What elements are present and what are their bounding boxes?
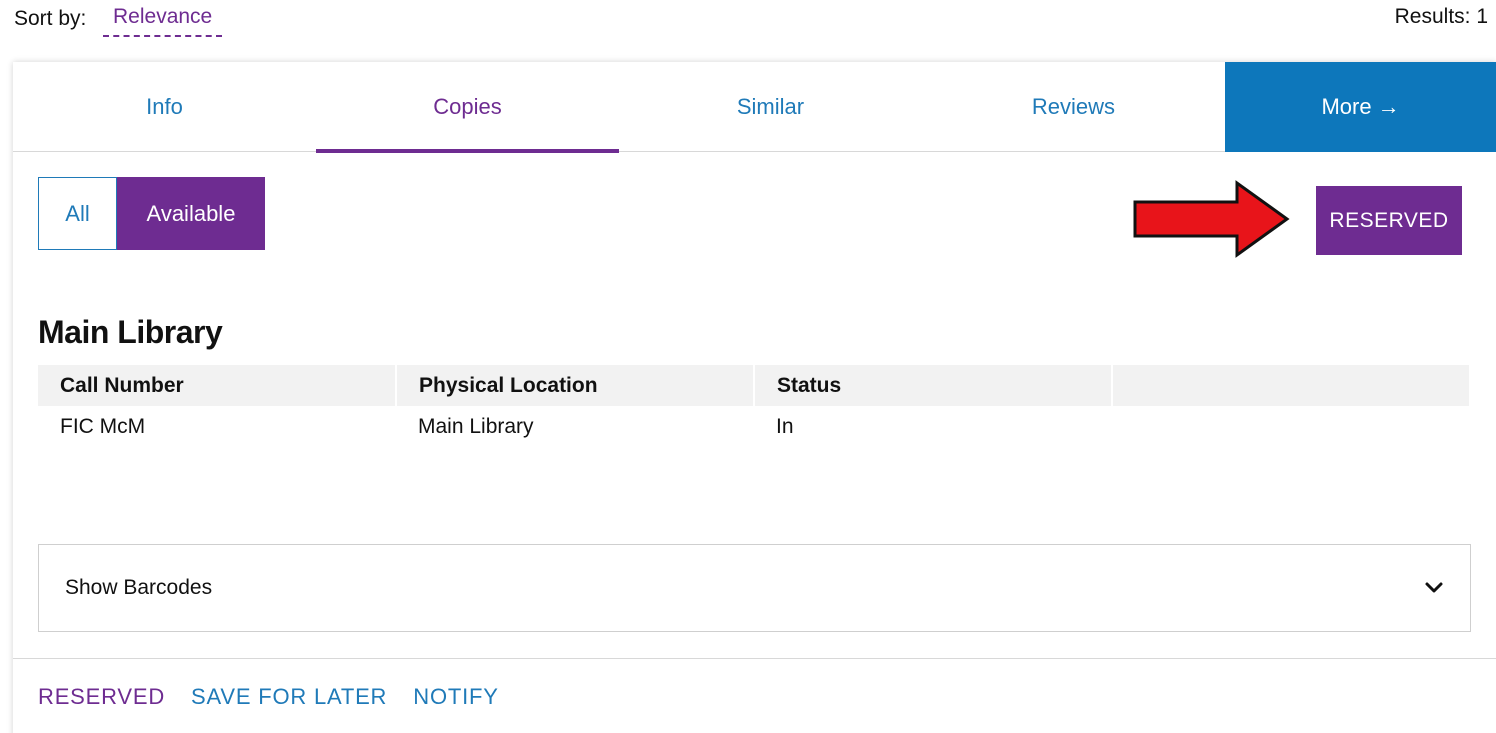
tab-reviews[interactable]: Reviews bbox=[922, 62, 1225, 152]
notify-link[interactable]: NOTIFY bbox=[413, 684, 498, 710]
tab-reviews-label: Reviews bbox=[1031, 94, 1116, 119]
annotation-arrow-icon bbox=[1133, 180, 1290, 258]
column-header-status: Status bbox=[754, 365, 1113, 406]
divider bbox=[13, 658, 1496, 659]
filter-available-button[interactable]: Available bbox=[117, 177, 265, 250]
column-header-empty bbox=[1112, 365, 1471, 406]
show-barcodes-toggle[interactable]: Show Barcodes bbox=[38, 544, 1471, 632]
tab-more[interactable]: More → bbox=[1225, 62, 1496, 152]
tab-copies[interactable]: Copies bbox=[316, 62, 619, 153]
column-header-call-number: Call Number bbox=[38, 365, 397, 406]
results-count: Results: 1 bbox=[1394, 5, 1488, 28]
sort-label: Sort by: bbox=[14, 7, 87, 30]
copies-table: Call Number Physical Location Status FIC… bbox=[38, 365, 1471, 448]
cell-status: In bbox=[776, 415, 794, 438]
sort-dropdown[interactable]: Relevance bbox=[103, 5, 223, 37]
reserved-button[interactable]: RESERVED bbox=[1316, 186, 1462, 255]
arrow-right-icon: → bbox=[1377, 94, 1400, 119]
tab-bar: Info Copies Similar Reviews More → bbox=[13, 62, 1496, 153]
cell-call-number: FIC McM bbox=[60, 415, 146, 438]
tab-info-label: Info bbox=[146, 94, 183, 119]
table-row: FIC McM Main Library In bbox=[38, 406, 1470, 448]
availability-filter: All Available bbox=[38, 177, 265, 250]
cell-empty bbox=[1112, 406, 1470, 448]
table-header-row: Call Number Physical Location Status bbox=[38, 365, 1471, 406]
show-barcodes-label: Show Barcodes bbox=[65, 576, 213, 599]
tab-similar-label: Similar bbox=[736, 94, 805, 119]
section-title: Main Library bbox=[38, 314, 223, 350]
reserved-action-link[interactable]: RESERVED bbox=[38, 684, 165, 710]
cell-physical-location: Main Library bbox=[418, 415, 534, 438]
tab-info[interactable]: Info bbox=[13, 62, 316, 152]
copies-card: Info Copies Similar Reviews More → All A… bbox=[13, 62, 1496, 733]
tab-similar[interactable]: Similar bbox=[619, 62, 922, 152]
tab-copies-label: Copies bbox=[433, 94, 502, 119]
filter-all-button[interactable]: All bbox=[38, 177, 117, 250]
chevron-down-icon bbox=[1425, 582, 1443, 593]
tab-more-label: More bbox=[1321, 94, 1372, 119]
save-for-later-link[interactable]: SAVE FOR LATER bbox=[191, 684, 387, 710]
action-bar: RESERVED SAVE FOR LATER NOTIFY bbox=[38, 684, 499, 710]
column-header-physical-location: Physical Location bbox=[396, 365, 755, 406]
